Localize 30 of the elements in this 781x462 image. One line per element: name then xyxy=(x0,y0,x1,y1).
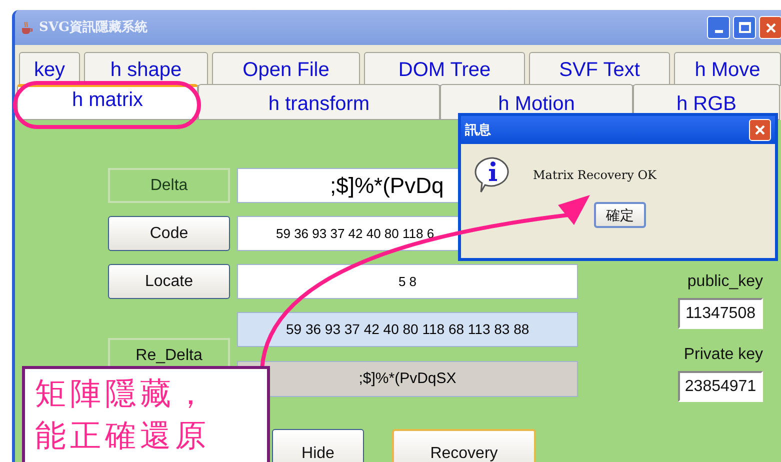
re-delta-field: ;$]%*(PvDqSX xyxy=(237,361,578,397)
annotation-text: 能正確還原 xyxy=(35,417,211,456)
key-label: public_key xyxy=(687,272,763,292)
minimize-button[interactable] xyxy=(707,16,730,39)
key-field: 23854971 xyxy=(678,371,763,402)
output-field: 5 8 xyxy=(237,264,578,299)
tab[interactable]: h transform xyxy=(198,84,440,120)
maximize-button[interactable] xyxy=(733,16,756,39)
tab[interactable]: h matrix xyxy=(17,84,198,120)
dialog-title: 訊息 xyxy=(465,121,491,140)
ok-button[interactable]: 確定 xyxy=(594,202,646,228)
key-field: 11347508 xyxy=(678,298,763,329)
close-button[interactable] xyxy=(749,119,771,141)
tab[interactable]: SVF Text xyxy=(529,52,670,86)
action-button[interactable]: Locate xyxy=(108,264,230,299)
action-button[interactable]: Recovery xyxy=(392,429,536,462)
close-button[interactable] xyxy=(759,16,781,39)
tab[interactable]: Open File xyxy=(212,52,360,86)
action-button[interactable]: Hide xyxy=(272,429,364,462)
key-label: Private key xyxy=(684,345,763,365)
tab[interactable]: h Move xyxy=(674,52,781,86)
window-title: SVG資訊隱藏系統 xyxy=(39,18,148,37)
annotation-text: 矩陣隱藏， xyxy=(35,375,211,414)
close-icon xyxy=(754,124,766,136)
delta-label: Delta xyxy=(108,168,230,203)
close-icon xyxy=(764,22,776,34)
tab[interactable]: DOM Tree xyxy=(364,52,525,86)
code-result-field: 59 36 93 37 42 40 80 118 68 113 83 88 xyxy=(237,312,578,347)
coffee-cup-icon xyxy=(19,20,35,36)
action-button[interactable]: Code xyxy=(108,216,230,251)
